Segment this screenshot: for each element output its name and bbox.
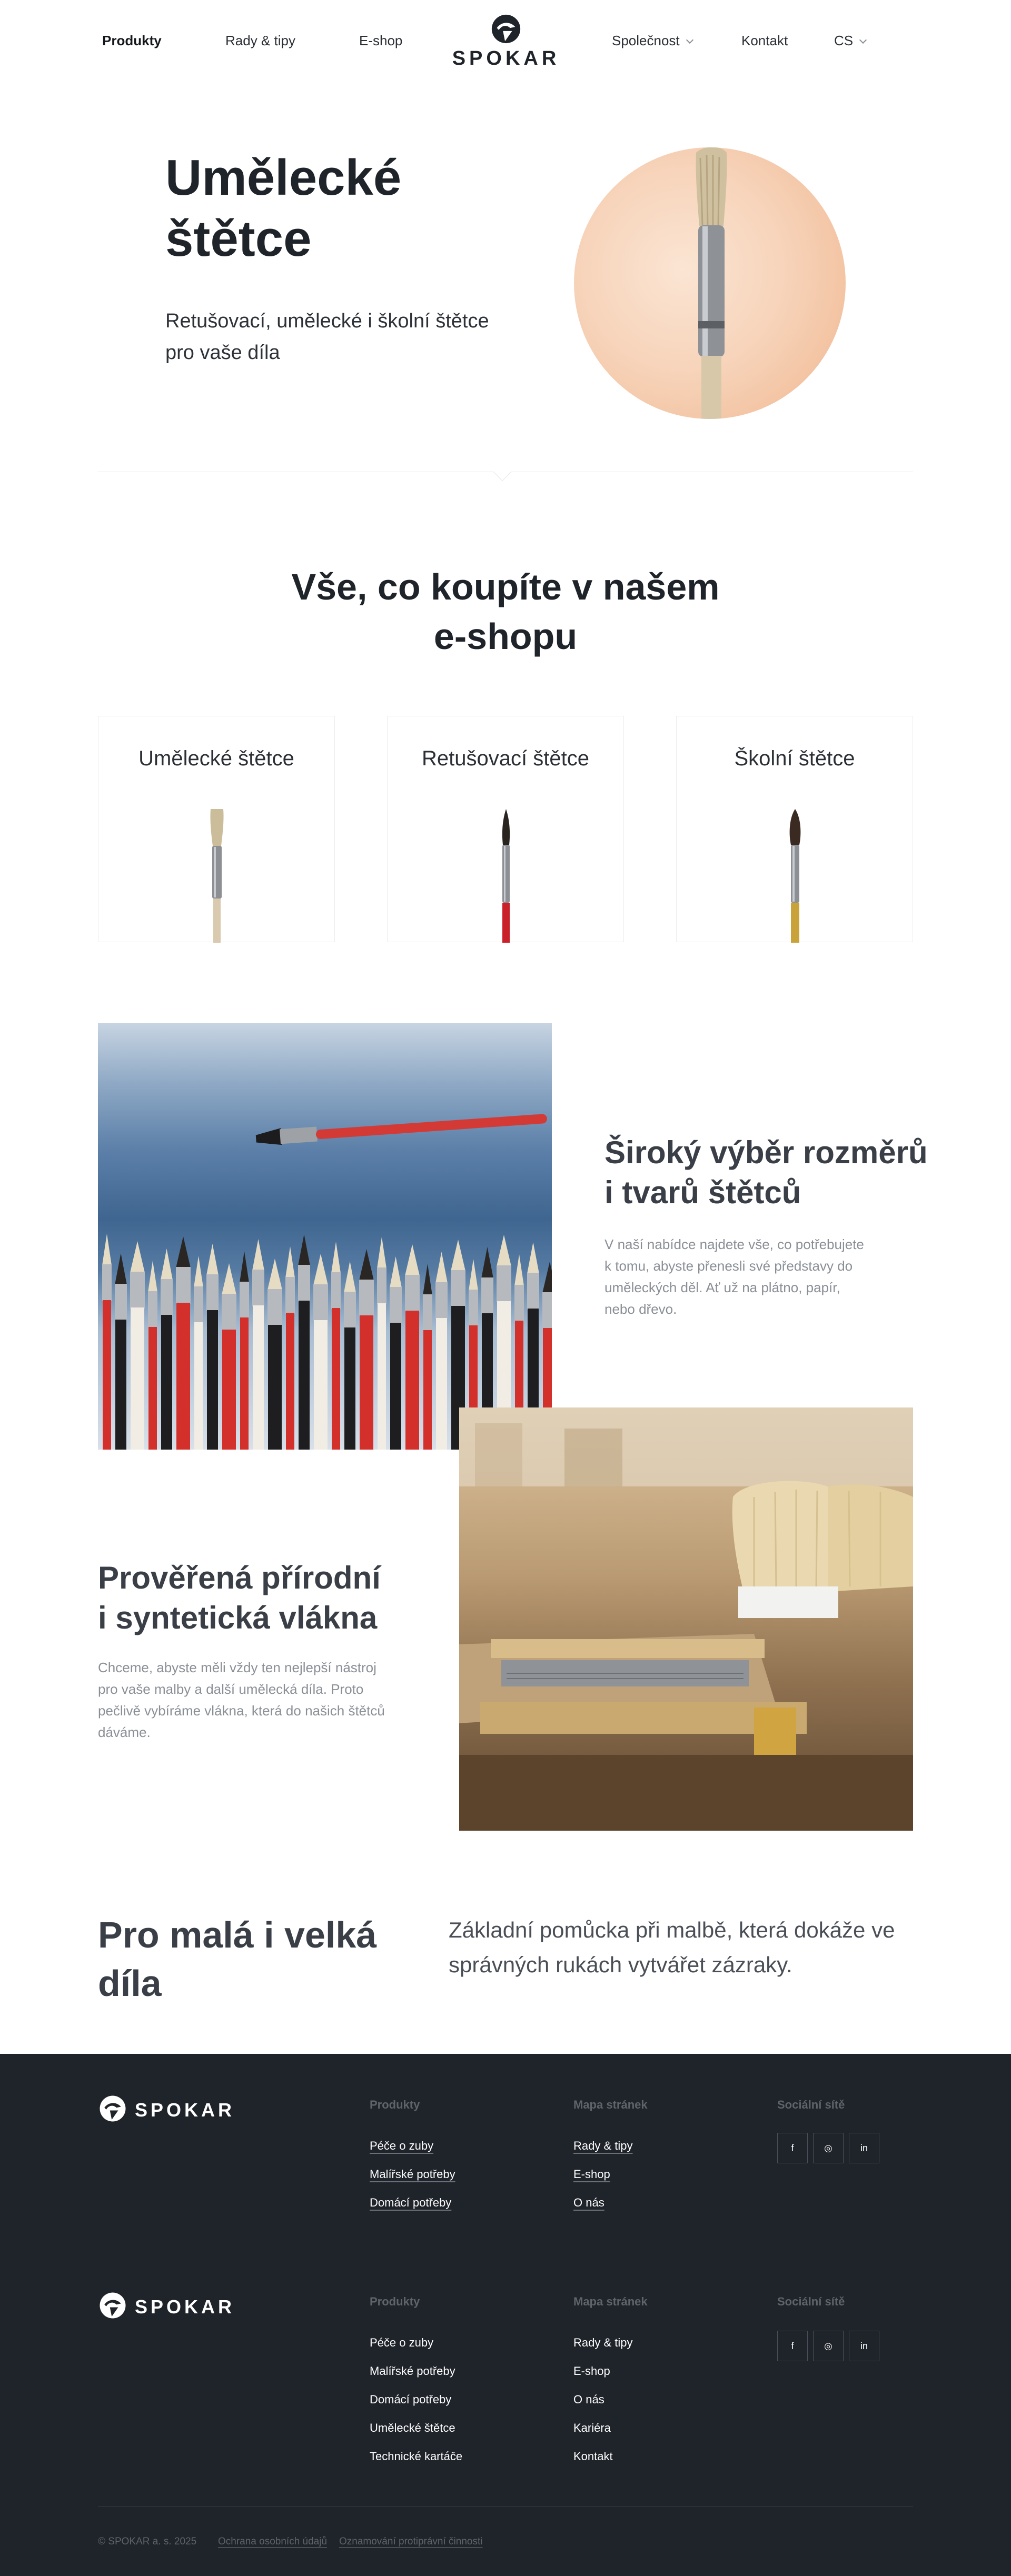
closing-text-line: Základní pomůcka při malbě, která dokáže…	[449, 1918, 895, 1942]
footer-link-rady-tipy[interactable]: Rady & tipy	[573, 2336, 633, 2350]
closing-title: Pro malá i velká díla	[98, 1911, 414, 2008]
shop-title-line: e-shopu	[433, 616, 578, 657]
art-brush-illustration	[696, 147, 727, 419]
footer-heading-social: Sociální sítě	[777, 2295, 845, 2308]
hero-subtitle-line: Retušovací, umělecké i školní štětce	[165, 310, 489, 332]
linkedin-icon[interactable]: in	[849, 2133, 879, 2163]
copyright-text: © SPOKAR a. s. 2025	[98, 2536, 197, 2547]
shop-title-line: Vše, co koupíte v našem	[291, 566, 720, 607]
hero-title: Umělecké štětce	[165, 147, 502, 269]
footer-wordmark: SPOKAR	[135, 2099, 235, 2121]
nav-eshop[interactable]: E-shop	[359, 33, 402, 49]
footer-heading-social: Sociální sítě	[777, 2098, 845, 2111]
feature-title-line: Prověřená přírodní	[98, 1560, 381, 1595]
footer-heading-sitemap: Mapa stránek	[573, 2098, 648, 2111]
feature-text-line: uměleckých děl. Ať už na plátno, papír,	[604, 1280, 840, 1295]
nav-produkty[interactable]: Produkty	[102, 33, 162, 49]
footer-heading-products: Produkty	[370, 2295, 420, 2308]
closing-text: Základní pomůcka při malbě, která dokáže…	[449, 1913, 912, 1982]
privacy-link[interactable]: Ochrana osobních údajů	[218, 2536, 327, 2548]
language-switcher[interactable]: CS	[834, 33, 867, 49]
category-card-umelecke[interactable]: Umělecké štětce	[98, 716, 335, 943]
footer-link-kontakt[interactable]: Kontakt	[573, 2450, 613, 2463]
feature-text-fibers: Chceme, abyste měli vždy ten nejlepší ná…	[98, 1657, 403, 1743]
hero-subtitle: Retušovací, umělecké i školní štětce pro…	[165, 305, 513, 368]
spokar-logo-icon	[100, 2095, 126, 2122]
chevron-down-icon	[859, 36, 867, 44]
brand-wordmark: SPOKAR	[452, 47, 560, 69]
category-card-label: Školní štětce	[734, 747, 855, 770]
hero-brush-image	[574, 147, 846, 419]
feature-title-line: i syntetická vlákna	[98, 1600, 378, 1635]
whistleblowing-link[interactable]: Oznamování protiprávní činnosti	[339, 2536, 482, 2548]
nav-spolecnost[interactable]: Společnost	[612, 33, 693, 49]
footer-heading-sitemap: Mapa stránek	[573, 2295, 648, 2308]
spokar-logo-icon	[491, 14, 521, 44]
closing-text-line: správných rukách vytvářet zázraky.	[449, 1952, 792, 1977]
linkedin-icon[interactable]: in	[849, 2331, 879, 2361]
hero-title-line: Umělecké	[165, 149, 402, 206]
footer-logo[interactable]: SPOKAR	[98, 2291, 240, 2322]
footer-logo[interactable]: SPOKAR	[98, 2094, 240, 2125]
footer-link-rady-tipy[interactable]: Rady & tipy	[573, 2139, 633, 2153]
footer-link-o-nas[interactable]: O nás	[573, 2393, 604, 2407]
closing-title-line: díla	[98, 1963, 162, 2004]
feature-text-line: V naší nabídce najdete vše, co potřebuje…	[604, 1236, 864, 1252]
divider-notch	[493, 463, 511, 481]
category-card-retusovaci[interactable]: Retušovací štětce	[387, 716, 624, 943]
brand-logo[interactable]: SPOKAR	[451, 13, 561, 71]
footer-link-o-nas[interactable]: O nás	[573, 2196, 604, 2210]
feature-title-line: Široký výběr rozměrů	[604, 1135, 928, 1170]
nav-kontakt[interactable]: Kontakt	[741, 33, 788, 49]
instagram-icon[interactable]: ◎	[813, 2331, 844, 2361]
feature-text-line: pro vaše malby a další umělecká díla. Pr…	[98, 1681, 364, 1697]
category-card-label: Umělecké štětce	[138, 747, 294, 770]
feature-text-line: Chceme, abyste měli vždy ten nejlepší ná…	[98, 1660, 376, 1675]
facebook-icon[interactable]: f	[777, 2133, 808, 2163]
top-navigation: Produkty Rady & tipy E-shop SPOKAR Spole…	[0, 0, 1011, 84]
feature-title-sizes: Široký výběr rozměrů i tvarů štětců	[604, 1133, 931, 1213]
footer-link-malirske-potreby[interactable]: Malířské potřeby	[370, 2364, 455, 2378]
feature-text-line: pečlivě vybíráme vlákna, která do našich…	[98, 1703, 385, 1719]
brush-rows-illustration	[102, 1114, 552, 1450]
footer-link-kariera[interactable]: Kariéra	[573, 2421, 611, 2435]
chevron-down-icon	[686, 36, 693, 44]
brush-production-photo	[459, 1407, 913, 1831]
nav-rady-tipy[interactable]: Rady & tipy	[225, 33, 295, 49]
footer-link-eshop[interactable]: E-shop	[573, 2364, 610, 2378]
category-card-label: Retušovací štětce	[422, 747, 589, 770]
feature-title-line: i tvarů štětců	[604, 1175, 801, 1210]
footer-link-domaci-potreby[interactable]: Domácí potřeby	[370, 2393, 451, 2407]
closing-title-line: Pro malá i velká	[98, 1914, 377, 1955]
footer-heading-products: Produkty	[370, 2098, 420, 2111]
brushes-assortment-photo	[98, 1023, 552, 1450]
art-brush-icon	[210, 809, 224, 943]
feature-text-line: k tomu, abyste přenesli své představy do	[604, 1258, 853, 1274]
footer-wordmark: SPOKAR	[135, 2296, 235, 2318]
hero-subtitle-line: pro vaše díla	[165, 342, 280, 364]
footer-link-umelecke-stetce[interactable]: Umělecké štětce	[370, 2421, 455, 2435]
footer-link-pece-o-zuby[interactable]: Péče o zuby	[370, 2336, 433, 2350]
footer-link-pece-o-zuby[interactable]: Péče o zuby	[370, 2139, 433, 2153]
workshop-illustration	[459, 1407, 913, 1831]
spokar-logo-icon	[100, 2292, 126, 2319]
shop-section-title: Vše, co koupíte v našem e-shopu	[242, 562, 769, 661]
facebook-icon[interactable]: f	[777, 2331, 808, 2361]
footer-link-eshop[interactable]: E-shop	[573, 2168, 610, 2181]
language-label: CS	[834, 33, 854, 48]
nav-spolecnost-label: Společnost	[612, 33, 680, 48]
feature-text-line: dáváme.	[98, 1724, 151, 1740]
school-brush-icon	[789, 809, 801, 943]
retouch-brush-icon	[502, 809, 510, 943]
footer-link-malirske-potreby[interactable]: Malířské potřeby	[370, 2168, 455, 2181]
instagram-icon[interactable]: ◎	[813, 2133, 844, 2163]
feature-text-sizes: V naší nabídce najdete vše, co potřebuje…	[604, 1234, 899, 1320]
feature-text-line: nebo dřevo.	[604, 1301, 677, 1317]
hero-title-line: štětce	[165, 211, 312, 267]
feature-title-fibers: Prověřená přírodní i syntetická vlákna	[98, 1558, 435, 1638]
category-card-skolni[interactable]: Školní štětce	[676, 716, 913, 943]
footer-link-domaci-potreby[interactable]: Domácí potřeby	[370, 2196, 451, 2210]
footer-link-technicke-kartace[interactable]: Technické kartáče	[370, 2450, 462, 2463]
